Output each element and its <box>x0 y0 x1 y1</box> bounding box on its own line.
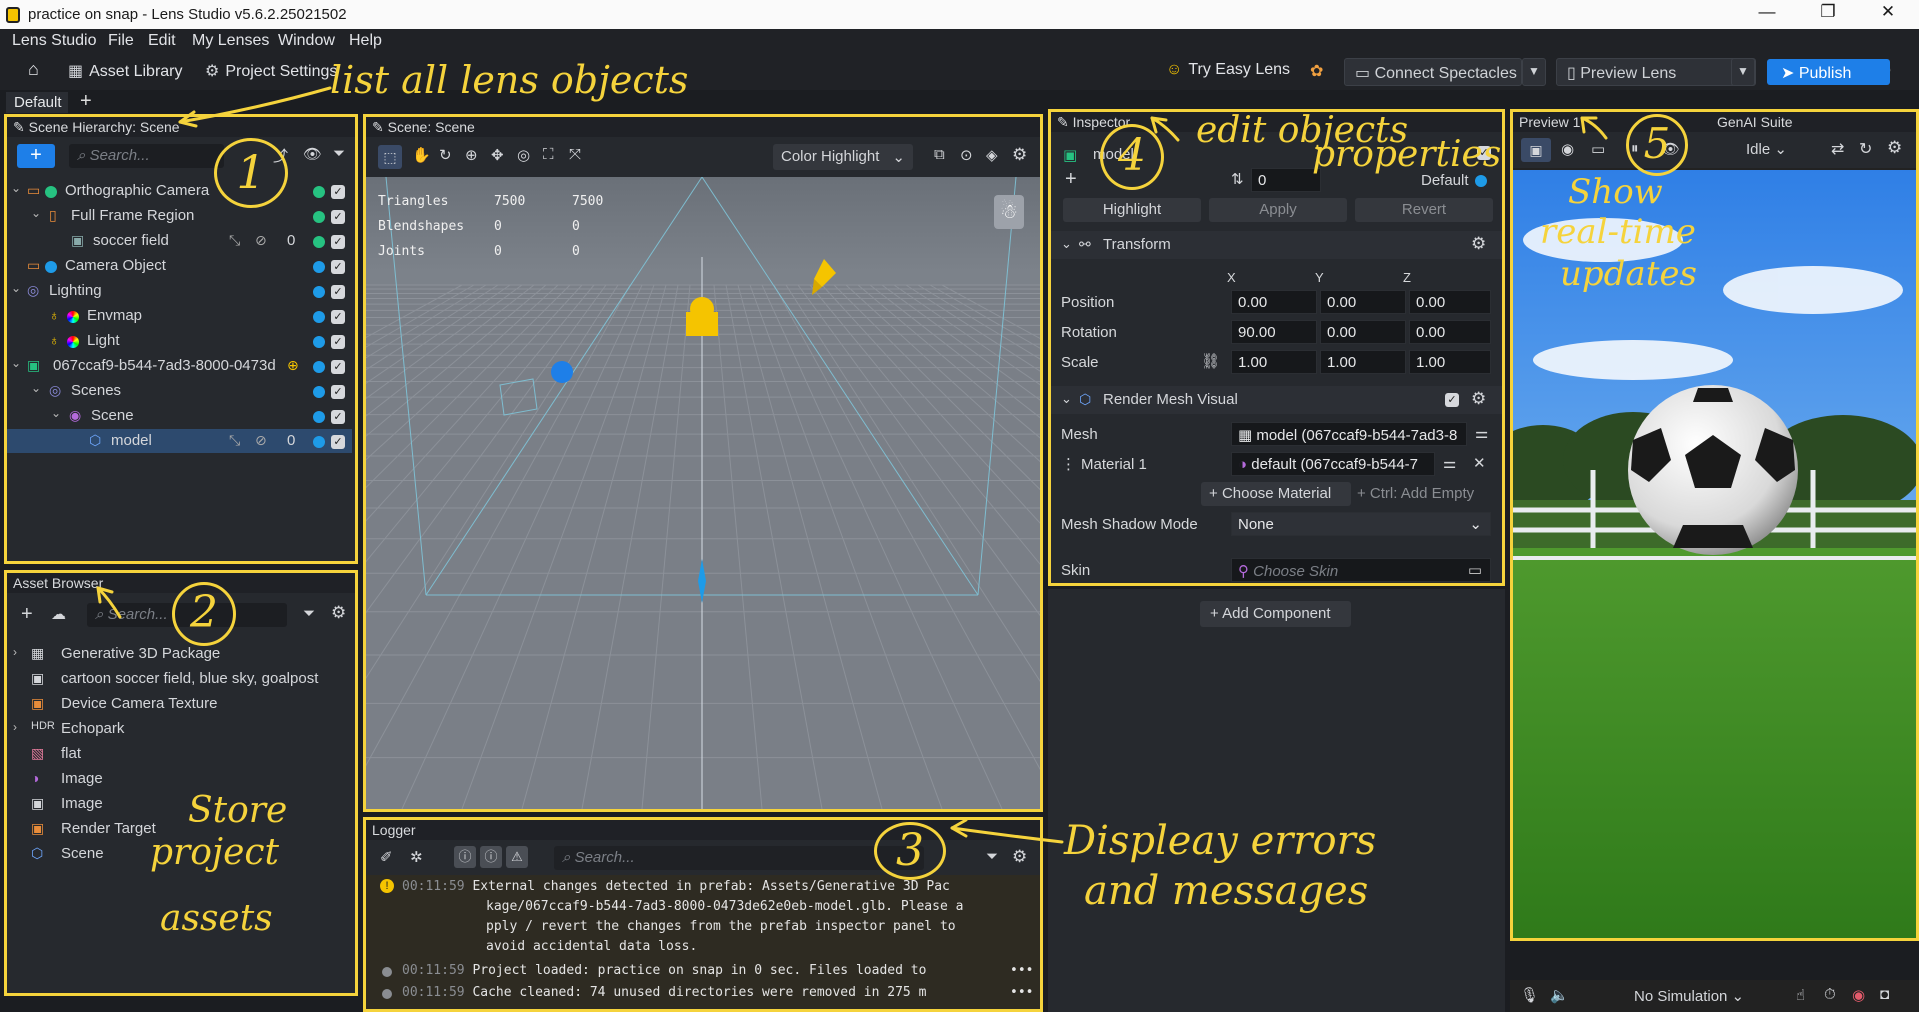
annotation-assets-2: project <box>150 832 280 873</box>
annotation-hierarchy: list all lens objects <box>330 58 689 102</box>
annotation-assets-1: Store <box>188 790 288 831</box>
annotation-number-4: 4 <box>1100 124 1164 190</box>
annotation-preview-2: real-time <box>1540 212 1696 252</box>
annotation-number-5: 5 <box>1626 114 1688 176</box>
annotation-preview-3: updates <box>1560 254 1697 294</box>
annotation-assets-3: assets <box>160 898 273 939</box>
annotation-logger-2: and messages <box>1084 868 1369 914</box>
annotation-number-3: 3 <box>874 822 946 880</box>
annotation-number-1: 1 <box>214 138 288 208</box>
annotation-logger-1: Displeay errors <box>1064 818 1377 864</box>
annotation-inspector-2: properties <box>1312 134 1502 175</box>
annotation-preview-1: Show <box>1568 172 1663 212</box>
annotation-number-2: 2 <box>172 582 236 646</box>
